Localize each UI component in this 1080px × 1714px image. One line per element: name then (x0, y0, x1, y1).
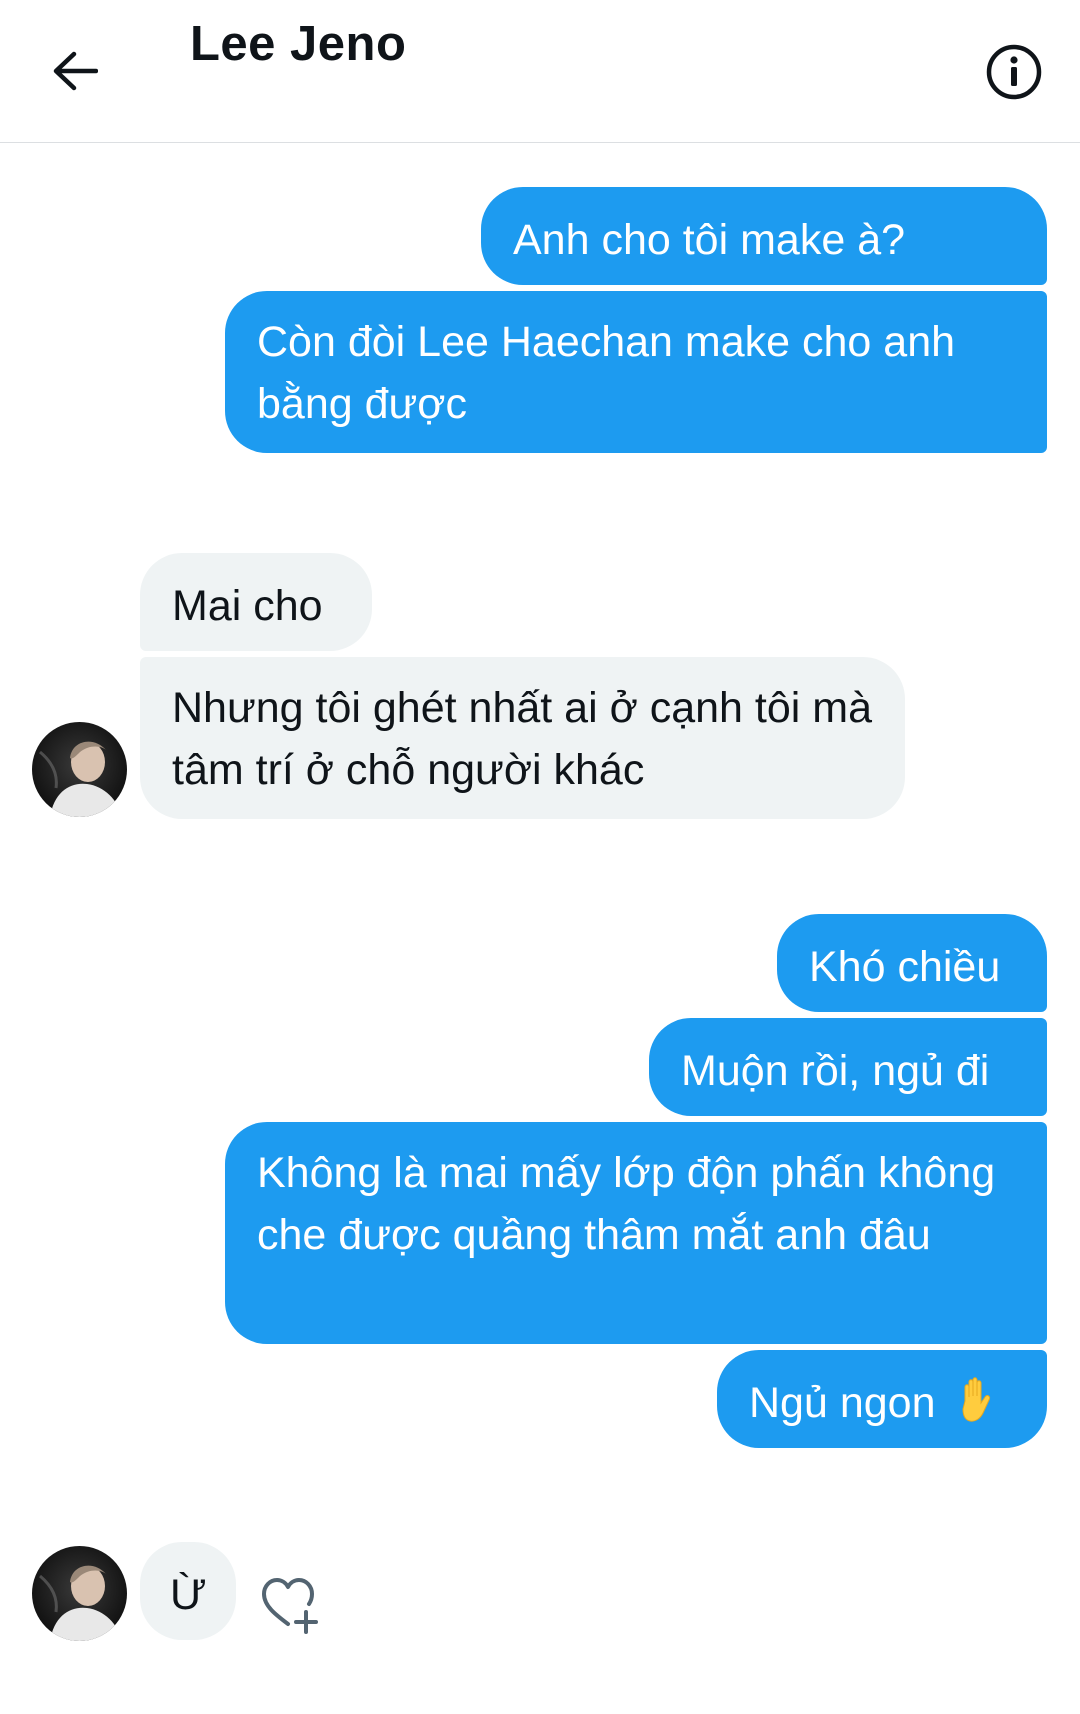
message-bubble-incoming[interactable]: Mai cho (140, 553, 372, 651)
message-text: Nhưng tôi ghét nhất ai ở cạnh tôi mà tâm… (172, 684, 873, 794)
message-bubble-outgoing[interactable]: Anh cho tôi make à? (481, 187, 1047, 285)
message-bubble-outgoing[interactable]: Ngủ ngon (717, 1350, 1047, 1448)
avatar-photo (32, 722, 127, 817)
message-text: Muộn rồi, ngủ đi (681, 1047, 990, 1095)
message-bubble-outgoing[interactable]: Khó chiều (777, 914, 1047, 1012)
message-text: Anh cho tôi make à? (513, 216, 906, 264)
conversation-title: Lee Jeno (190, 17, 407, 71)
arrow-left-icon (53, 51, 98, 91)
message-text: Mai cho (172, 582, 323, 630)
message-text: Không là mai mấy lớp độn phấn không che … (257, 1149, 996, 1259)
message-bubble-incoming[interactable]: Ừ (140, 1542, 236, 1640)
back-button[interactable] (40, 36, 110, 106)
message-bubble-outgoing[interactable]: Còn đòi Lee Haechan make cho anh bằng đư… (225, 291, 1047, 453)
info-circle-icon (986, 44, 1042, 100)
avatar[interactable] (32, 1546, 127, 1641)
message-text: Ngủ ngon (749, 1379, 936, 1427)
message-bubble-outgoing[interactable]: Không là mai mấy lớp độn phấn không che … (225, 1122, 1047, 1344)
conversation-header: Lee Jeno (0, 0, 1080, 143)
raised-hand-icon (962, 1377, 991, 1422)
message-text: Ừ (170, 1571, 207, 1619)
message-text: Khó chiều (809, 943, 1001, 991)
avatar[interactable] (32, 722, 127, 817)
info-button[interactable] (980, 38, 1048, 106)
message-text: Còn đòi Lee Haechan make cho anh bằng đư… (257, 318, 956, 428)
message-bubble-outgoing[interactable]: Muộn rồi, ngủ đi (649, 1018, 1047, 1116)
add-reaction-button[interactable] (258, 1572, 322, 1636)
heart-add-icon (262, 1578, 318, 1634)
message-bubble-incoming[interactable]: Nhưng tôi ghét nhất ai ở cạnh tôi mà tâm… (140, 657, 905, 819)
avatar-photo (32, 1546, 127, 1641)
